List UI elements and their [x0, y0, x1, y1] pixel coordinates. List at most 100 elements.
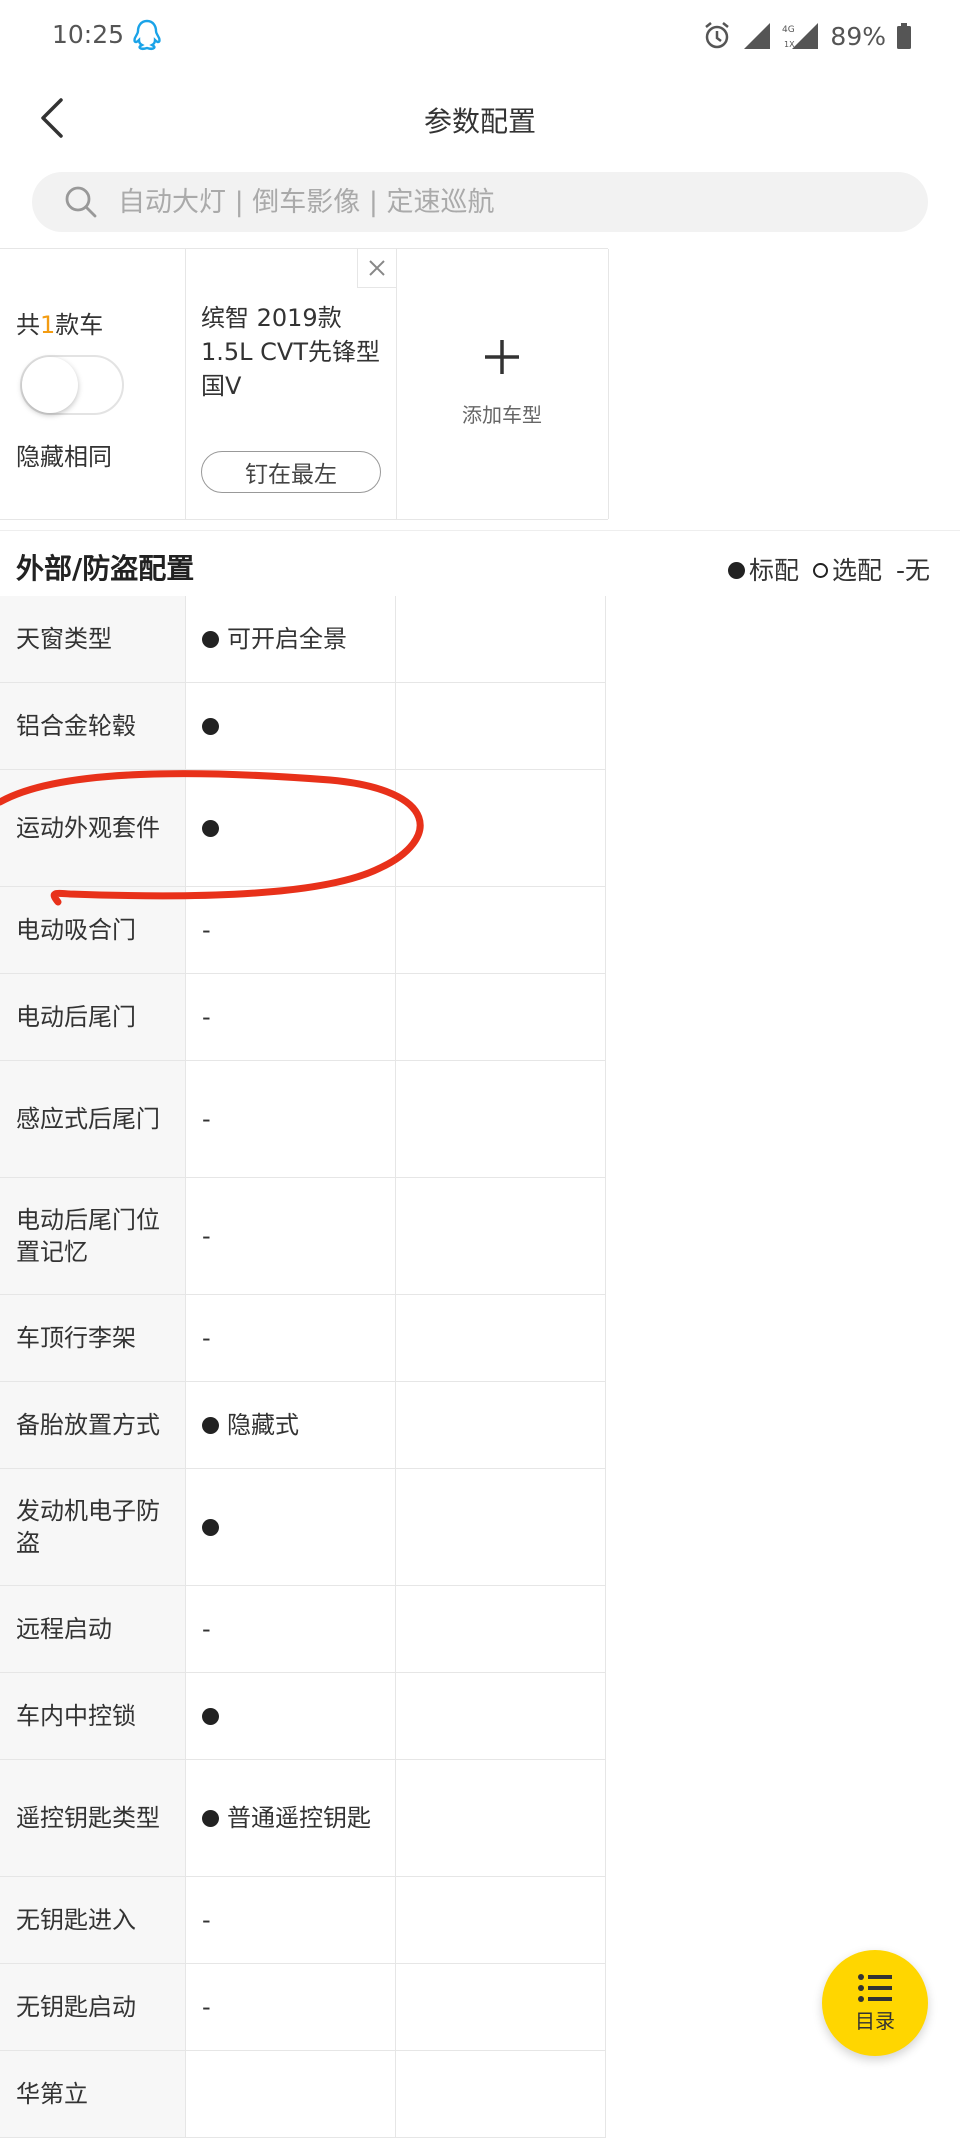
- param-name: 远程启动: [0, 1586, 186, 1672]
- empty-cell: [396, 1382, 606, 1468]
- table-row: 铝合金轮毂: [0, 683, 606, 770]
- hollow-dot-icon: [812, 562, 828, 578]
- filled-dot-icon: [727, 561, 745, 579]
- empty-cell: [396, 1061, 606, 1177]
- param-name: 运动外观套件: [0, 770, 186, 886]
- param-value-text: -: [202, 1222, 211, 1250]
- table-row: 电动后尾门位置记忆 -: [0, 1178, 606, 1295]
- search-bar[interactable]: [32, 172, 928, 232]
- param-name: 铝合金轮毂: [0, 683, 186, 769]
- table-row: 车顶行李架 -: [0, 1295, 606, 1382]
- param-value-text: -: [202, 1003, 211, 1031]
- param-name: 天窗类型: [0, 596, 186, 682]
- param-value-text: -: [202, 1906, 211, 1934]
- table-row: 发动机电子防盗: [0, 1469, 606, 1586]
- empty-cell: [396, 1469, 606, 1585]
- param-value: -: [186, 1586, 396, 1672]
- table-row: 无钥匙进入 -: [0, 1877, 606, 1964]
- pin-left-button[interactable]: 钉在最左: [201, 451, 381, 493]
- param-value: [186, 770, 396, 886]
- search-icon: [65, 186, 97, 218]
- car-column-header: 缤智 2019款 1.5L CVT先锋型 国V 钉在最左: [185, 249, 397, 519]
- param-value: -: [186, 887, 396, 973]
- status-bar: 10:25 4G 1X 89%: [0, 0, 960, 72]
- param-table: 天窗类型 可开启全景 铝合金轮毂 运动外观套件 电动吸合门 - 电动后尾门 - 感应式后尾门 - 电…: [0, 596, 606, 2138]
- standard-dot-icon: [202, 717, 219, 735]
- param-name: 电动后尾门: [0, 974, 186, 1060]
- param-name: 遥控钥匙类型: [0, 1760, 186, 1876]
- table-row: 天窗类型 可开启全景: [0, 596, 606, 683]
- param-value-text: -: [202, 1324, 211, 1352]
- qq-icon: [133, 19, 161, 50]
- search-input[interactable]: [116, 185, 900, 219]
- param-value: -: [186, 1061, 396, 1177]
- status-time: 10:25: [52, 20, 125, 49]
- close-icon: [369, 260, 385, 276]
- table-row: 运动外观套件: [0, 770, 606, 887]
- param-value: -: [186, 1178, 396, 1294]
- battery-icon: [897, 23, 911, 49]
- table-row: 无钥匙启动 -: [0, 1964, 606, 2051]
- table-row: 车内中控锁: [0, 1673, 606, 1760]
- app-header: 参数配置: [0, 72, 960, 164]
- param-value-text: -: [202, 1615, 211, 1643]
- table-row: 远程启动 -: [0, 1586, 606, 1673]
- hide-same-toggle[interactable]: [20, 355, 124, 415]
- empty-cell: [396, 596, 606, 682]
- param-name: 华第立: [0, 2051, 186, 2137]
- page-title: 参数配置: [423, 105, 536, 138]
- empty-cell: [396, 683, 606, 769]
- param-value: -: [186, 1295, 396, 1381]
- car-compare-header: 共1款车 隐藏相同 缤智 2019款 1.5L CVT先锋型 国V 钉在最左 添…: [0, 248, 609, 520]
- signal-4g-icon: 4G 1X: [782, 23, 819, 49]
- param-value: -: [186, 1964, 396, 2050]
- param-name: 车顶行李架: [0, 1295, 186, 1381]
- table-row: 感应式后尾门 -: [0, 1061, 606, 1178]
- param-name: 备胎放置方式: [0, 1382, 186, 1468]
- param-name: 感应式后尾门: [0, 1061, 186, 1177]
- empty-cell: [396, 1877, 606, 1963]
- add-car-button[interactable]: 添加车型: [396, 249, 609, 519]
- param-value: [186, 1673, 396, 1759]
- plus-icon: [396, 337, 608, 381]
- param-value: 可开启全景: [186, 596, 396, 682]
- svg-text:1X: 1X: [784, 40, 795, 49]
- svg-text:4G: 4G: [782, 25, 795, 35]
- param-value: -: [186, 974, 396, 1060]
- param-value-text: 可开启全景: [227, 625, 347, 653]
- param-value: -: [186, 1877, 396, 1963]
- param-value-text: -: [202, 1105, 211, 1133]
- legend-optional: 选配: [812, 551, 882, 587]
- alarm-icon: [705, 22, 730, 49]
- table-row: 华第立: [0, 2051, 606, 2138]
- empty-cell: [396, 1586, 606, 1672]
- signal-icon: [744, 23, 771, 49]
- empty-cell: [396, 770, 606, 886]
- empty-cell: [396, 1964, 606, 2050]
- add-car-label: 添加车型: [462, 403, 542, 427]
- param-name: 无钥匙进入: [0, 1877, 186, 1963]
- remove-car-button[interactable]: [357, 249, 396, 288]
- param-name: 电动后尾门位置记忆: [0, 1178, 186, 1294]
- empty-cell: [396, 2051, 606, 2137]
- empty-cell: [396, 1178, 606, 1294]
- battery-percent: 89%: [830, 21, 886, 51]
- catalog-button[interactable]: 目录: [822, 1950, 928, 2056]
- empty-cell: [396, 887, 606, 973]
- param-value: [186, 1469, 396, 1585]
- legend-standard: 标配: [727, 551, 799, 587]
- hide-same-label: 隐藏相同: [16, 443, 112, 471]
- standard-dot-icon: [202, 1707, 219, 1725]
- car-name: 缤智 2019款 1.5L CVT先锋型 国V: [201, 304, 381, 400]
- param-name: 电动吸合门: [0, 887, 186, 973]
- param-value-text: 隐藏式: [227, 1411, 299, 1439]
- param-value: [186, 683, 396, 769]
- standard-dot-icon: [202, 1518, 219, 1536]
- param-name: 发动机电子防盗: [0, 1469, 186, 1585]
- car-count-number: 1: [40, 311, 56, 339]
- param-name: 车内中控锁: [0, 1673, 186, 1759]
- list-icon: [858, 1973, 892, 2002]
- standard-dot-icon: [202, 630, 219, 648]
- table-row: 电动后尾门 -: [0, 974, 606, 1061]
- section-header: 外部/防盗配置 标配 选配 -无: [0, 530, 960, 595]
